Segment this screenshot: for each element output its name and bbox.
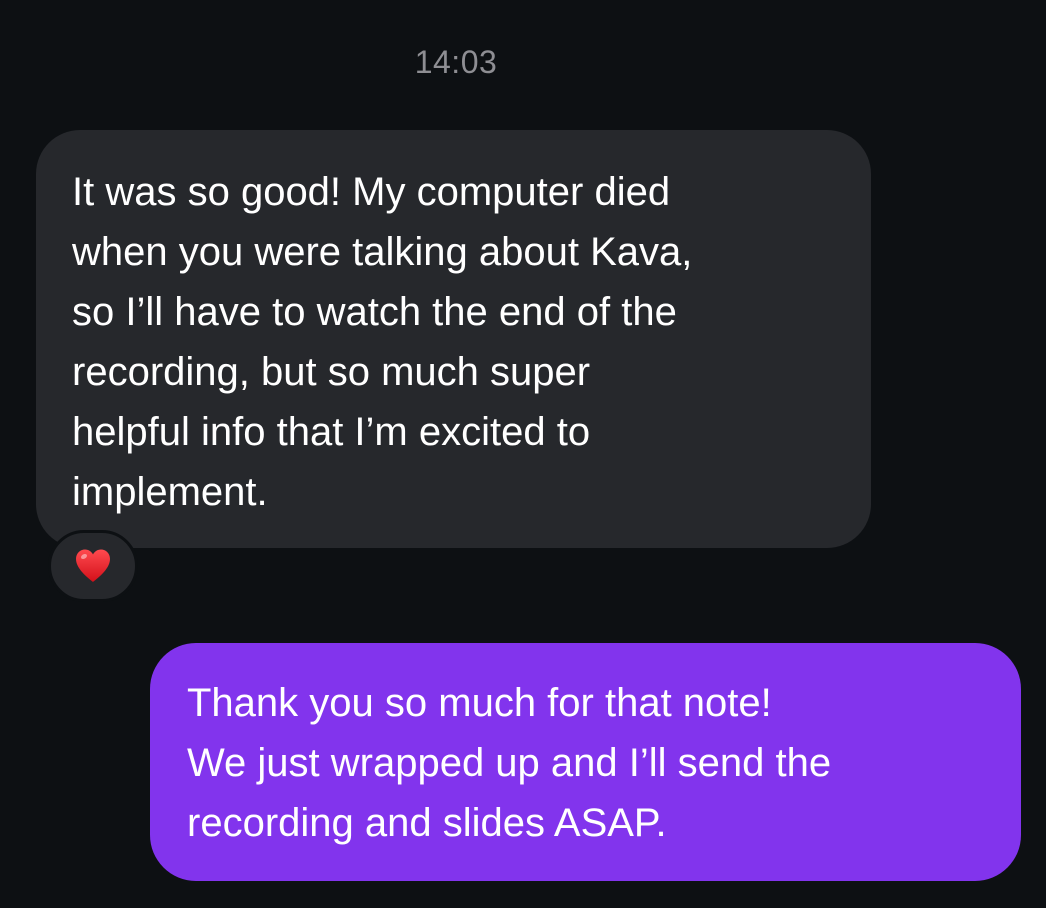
message-line: so I’ll have to watch the end of the	[72, 290, 677, 334]
message-line: recording and slides ASAP.	[187, 801, 667, 845]
heart-reaction-badge[interactable]	[48, 530, 138, 602]
message-timestamp: 14:03	[414, 44, 498, 80]
message-line: recording, but so much super	[72, 350, 591, 394]
message-line: It was so good! My computer died	[72, 170, 671, 214]
outgoing-message-bubble[interactable]: Thank you so much for that note! We just…	[150, 643, 1021, 881]
incoming-message-bubble[interactable]: It was so good! My computer died when yo…	[36, 130, 871, 548]
message-line: implement.	[72, 470, 268, 514]
message-line: helpful info that I’m excited to	[72, 410, 591, 454]
message-line: We just wrapped up and I’ll send the	[187, 741, 832, 785]
message-line: Thank you so much for that note!	[187, 681, 772, 725]
message-line: when you were talking about Kava,	[72, 230, 693, 274]
red-heart-icon	[74, 548, 112, 584]
